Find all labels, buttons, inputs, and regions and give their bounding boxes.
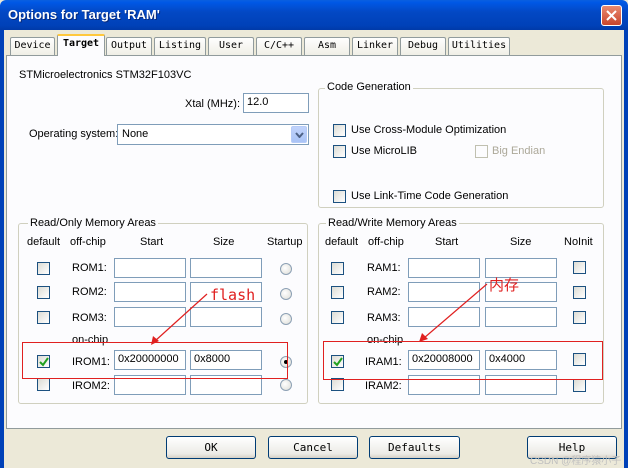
defaults-button[interactable]: Defaults — [369, 436, 460, 459]
flash-annotation: flash — [210, 286, 256, 304]
ram-annotation: 内存 — [489, 276, 520, 294]
cancel-button[interactable]: Cancel — [268, 436, 358, 459]
tab-target[interactable]: Target — [57, 34, 105, 56]
ram-arrow-icon — [419, 283, 488, 342]
ok-button[interactable]: OK — [166, 436, 256, 459]
flash-arrow-icon — [151, 293, 208, 345]
watermark: CSDN @程序猿小子 — [530, 456, 622, 467]
annotation-arrows — [151, 283, 488, 345]
